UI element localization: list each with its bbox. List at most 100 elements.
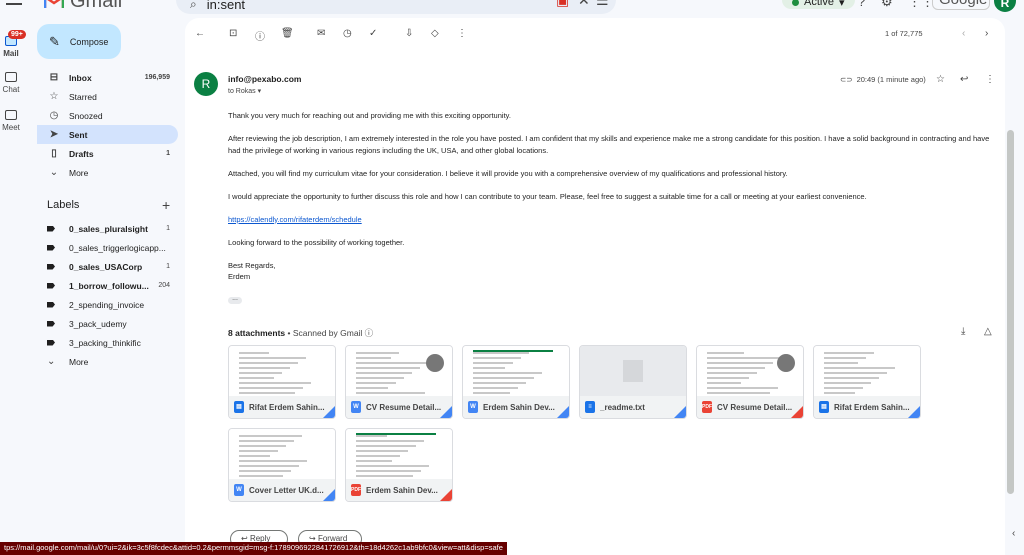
star-icon[interactable]: ☆ (936, 74, 945, 85)
clear-search-icon[interactable]: ▣ (556, 0, 569, 9)
preview-text-line (356, 445, 416, 447)
rail-meet[interactable]: Meet (0, 110, 22, 132)
label-icon[interactable]: ◇ (431, 28, 439, 39)
attachment-card[interactable]: PDF Erdem Sahin Dev... (345, 428, 453, 502)
mark-unread-icon[interactable]: ✉ (317, 28, 325, 39)
attachment-name-bar: W Cover Letter UK.d... (229, 479, 335, 501)
preview-text-line (356, 465, 429, 467)
cv-photo (777, 354, 795, 372)
label-item[interactable]: 1_borrow_followu... 204 (37, 276, 178, 295)
gmail-logo[interactable]: Gmail (44, 0, 122, 11)
side-panel-toggle-icon[interactable]: ‹ (1012, 528, 1015, 539)
reply-icon[interactable]: ↩ (960, 74, 968, 85)
sender-avatar[interactable]: R (194, 72, 218, 96)
preview-text-line (824, 352, 874, 354)
recipient-line[interactable]: to Rokas ▾ (228, 87, 261, 95)
add-label-icon[interactable]: + (162, 197, 170, 213)
archive-icon[interactable]: ⊡ (229, 28, 237, 39)
mail-nav: ⊟ Inbox 196,959 ☆ Starred ◷ Snoozed ➤ Sent ▯ Draft… (37, 68, 178, 182)
label-item[interactable]: 3_packing_thinkific (37, 333, 178, 352)
label-name: 1_borrow_followu... (69, 280, 149, 291)
preview-text-line (239, 387, 303, 389)
preview-text-line (824, 367, 895, 369)
labels-list: 0_sales_pluralsight 1 0_sales_triggerlogic… (37, 219, 178, 371)
attachment-card[interactable]: W CV Resume Detail... (345, 345, 453, 419)
download-all-icon[interactable]: ⤓ (961, 326, 965, 337)
label-name: 0_sales_triggerlogicapp... (69, 242, 166, 253)
nav-item-label: Snoozed (69, 110, 103, 121)
recipient-text: to Rokas (228, 88, 256, 95)
body-paragraph: I would appreciate the opportunity to fu… (228, 191, 867, 201)
older-chevron-icon[interactable]: › (985, 28, 988, 39)
attachments-count: 8 attachments (228, 328, 286, 338)
google-account-brand[interactable]: Google (932, 0, 990, 10)
label-item[interactable]: 0_sales_pluralsight 1 (37, 219, 178, 238)
attachment-card[interactable]: PDF CV Resume Detail... (696, 345, 804, 419)
preview-text-line (356, 387, 388, 389)
sender-email[interactable]: info@pexabo.com (228, 74, 301, 84)
show-trimmed-content-button[interactable]: ... (228, 295, 242, 304)
search-icon[interactable]: ⌕ (190, 0, 197, 12)
body-paragraph: After reviewing the job description, I a… (228, 134, 990, 155)
add-task-icon[interactable]: ✓ (369, 28, 377, 39)
rail-chat[interactable]: Chat (0, 72, 22, 94)
search-input[interactable] (206, 0, 507, 12)
move-to-icon[interactable]: ⇩ (405, 28, 413, 39)
label-item[interactable]: 0_sales_triggerlogicapp... (37, 238, 178, 257)
attachment-card[interactable]: W Erdem Sahin Dev... (462, 345, 570, 419)
attachment-card[interactable]: ▤ Rifat Erdem Sahin... (228, 345, 336, 419)
nav-item-more[interactable]: ⌄ More (37, 163, 178, 182)
label-item[interactable]: 2_spending_invoice (37, 295, 178, 314)
attachment-card[interactable]: ▤ Rifat Erdem Sahin... (813, 345, 921, 419)
more-vert-icon[interactable]: ⋮ (985, 74, 995, 85)
status-label: Active (804, 0, 834, 8)
chevron-down-icon: ▾ (257, 88, 262, 95)
nav-item-starred[interactable]: ☆ Starred (37, 87, 178, 106)
preview-text-line (239, 362, 298, 364)
main-menu-icon[interactable] (6, 0, 22, 7)
help-icon[interactable]: ? (858, 0, 865, 9)
calendly-link[interactable]: https://calendly.com/rifaterdem/schedule (228, 215, 362, 224)
attachment-card[interactable]: ≡ _readme.txt (579, 345, 687, 419)
snooze-icon[interactable]: ◷ (343, 28, 352, 39)
nav-item-drafts[interactable]: ▯ Drafts 1 (37, 144, 178, 163)
delete-icon[interactable]: 🗑 (281, 28, 294, 39)
more-options-icon[interactable]: ⋮ (457, 28, 467, 39)
search-options-icon[interactable]: ☰ (596, 0, 609, 9)
status-active-button[interactable]: Active ▾ (782, 0, 855, 9)
label-count: 204 (158, 282, 170, 289)
preview-text-line (707, 372, 757, 374)
label-item[interactable]: 3_pack_udemy (37, 314, 178, 333)
compose-button[interactable]: ✎ Compose (37, 24, 121, 59)
pdf-file-icon: PDF (702, 401, 712, 413)
attachment-card[interactable]: W Cover Letter UK.d... (228, 428, 336, 502)
nav-item-sent[interactable]: ➤ Sent (37, 125, 178, 144)
body-signoff: Best Regards, (228, 260, 276, 270)
rail-mail-label: Mail (3, 49, 19, 58)
report-spam-icon[interactable]: ⓘ (255, 28, 265, 43)
document-placeholder-icon (623, 360, 643, 382)
back-arrow-icon[interactable]: ← (195, 28, 205, 39)
newer-chevron-icon[interactable]: ‹ (962, 28, 965, 39)
add-to-drive-icon[interactable]: △ (984, 326, 992, 337)
labels-more[interactable]: ⌄ More (37, 352, 178, 371)
cv-photo (426, 354, 444, 372)
word-file-icon: W (234, 484, 244, 496)
preview-text-line (473, 372, 542, 374)
nav-item-snoozed[interactable]: ◷ Snoozed (37, 106, 178, 125)
settings-gear-icon[interactable]: ⚙ (881, 0, 893, 10)
rail-mail[interactable]: 99+ Mail (0, 30, 26, 58)
apps-grid-icon[interactable]: ⋮⋮ (908, 0, 934, 10)
scrollbar-thumb[interactable] (1007, 130, 1014, 494)
preview-text-line (707, 377, 749, 379)
account-avatar[interactable]: R (994, 0, 1016, 12)
preview-text-line (356, 450, 408, 452)
label-count: 1 (166, 225, 170, 232)
label-tag-icon (47, 339, 55, 346)
chevron-down-icon: ▾ (838, 0, 845, 9)
nav-item-inbox[interactable]: ⊟ Inbox 196,959 (37, 68, 178, 87)
close-icon[interactable]: ✕ (578, 0, 590, 9)
search-bar[interactable]: ⌕ ▣ ✕ ☰ (176, 0, 616, 14)
label-item[interactable]: 0_sales_USACorp 1 (37, 257, 178, 276)
preview-text-line (356, 367, 420, 369)
